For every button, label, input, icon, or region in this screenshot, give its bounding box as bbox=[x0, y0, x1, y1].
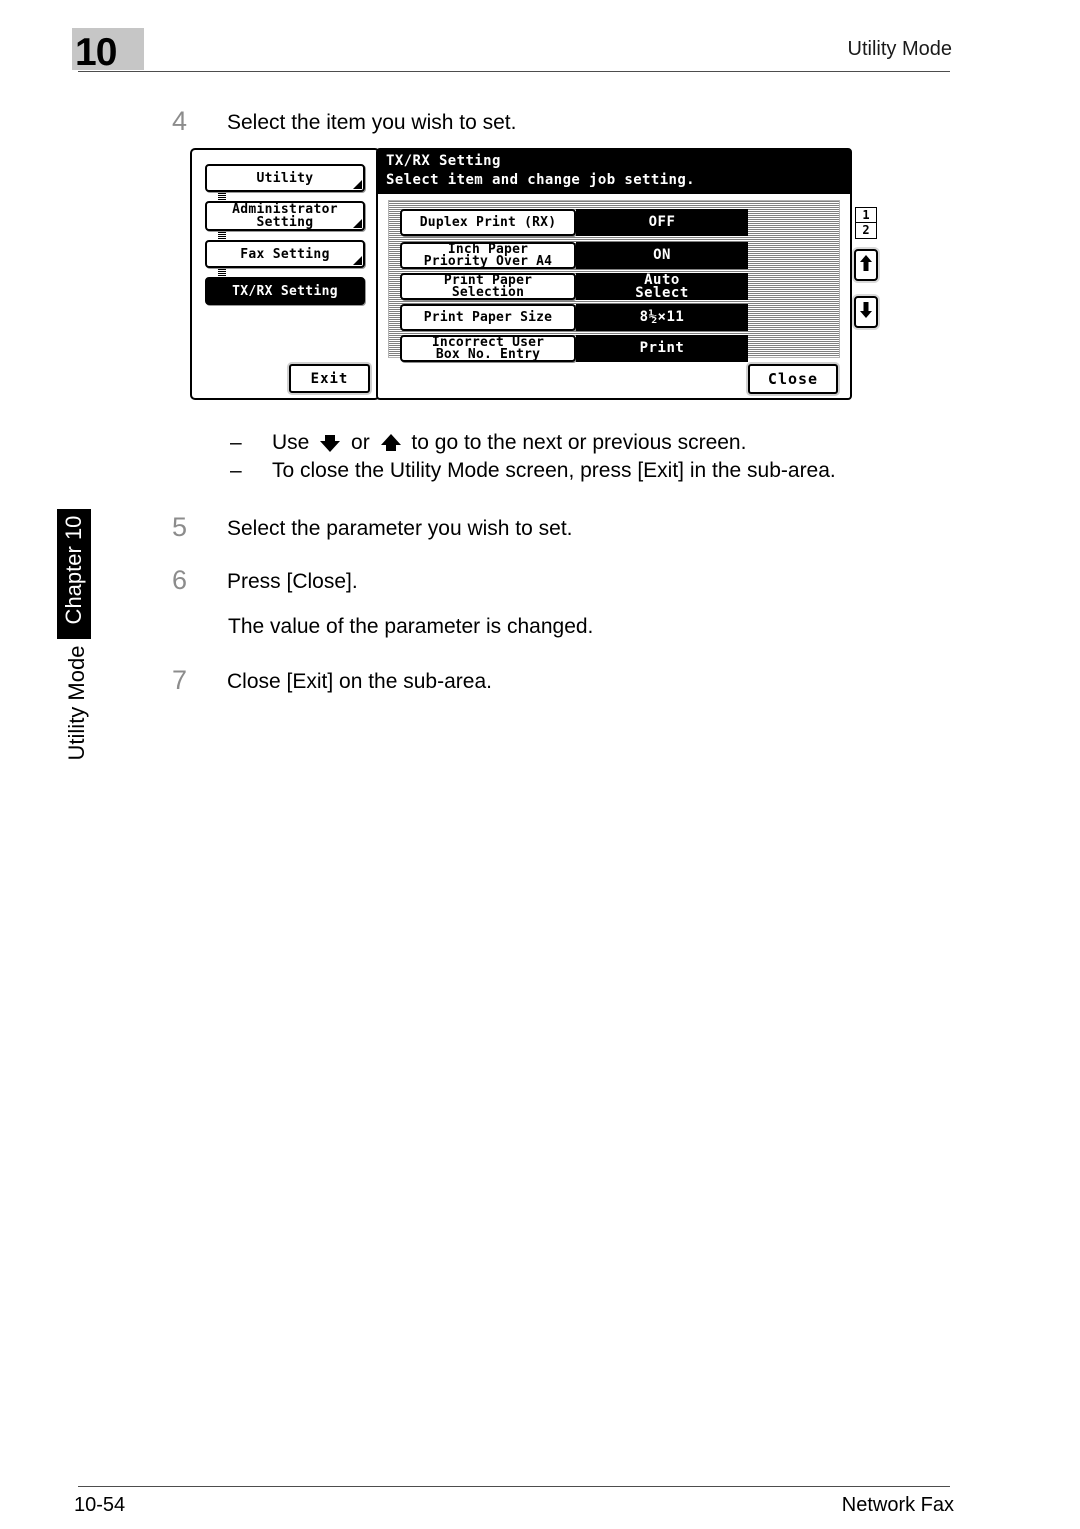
sidebar-item-utility-label: Utility bbox=[256, 170, 314, 186]
setting-value-print-paper-selection[interactable]: Auto Select bbox=[576, 273, 748, 300]
setting-label-print-paper-selection[interactable]: Print Paper Selection bbox=[400, 273, 576, 300]
exit-button[interactable]: Exit bbox=[289, 364, 370, 393]
corner-triangle-icon bbox=[353, 180, 362, 189]
setting-label-duplex-print-rx[interactable]: Duplex Print (RX) bbox=[400, 209, 576, 236]
lcd-screen-subtitle: Select item and change job setting. bbox=[386, 172, 696, 188]
side-tab-chapter-label: Chapter 10 bbox=[61, 515, 86, 625]
step-5-number: 5 bbox=[172, 512, 188, 542]
lcd-title-bar: TX/RX Setting Select item and change job… bbox=[378, 150, 850, 194]
sidebar-item-fax-setting-label: Fax Setting bbox=[240, 246, 330, 262]
note-dash: – bbox=[230, 431, 242, 454]
page-indicator-total: 2 bbox=[862, 223, 870, 237]
corner-triangle-icon bbox=[353, 256, 362, 265]
arrow-down-icon bbox=[315, 433, 345, 453]
side-tab-section-label: Utility Mode bbox=[64, 645, 89, 761]
setting-value-print-paper-size[interactable]: 8½×11 bbox=[576, 304, 748, 331]
footer-divider bbox=[78, 1486, 950, 1487]
close-button-label: Close bbox=[767, 370, 819, 388]
step-6-number: 6 bbox=[172, 565, 188, 595]
step-7-number: 7 bbox=[172, 665, 188, 695]
sidebar-item-utility[interactable]: Utility bbox=[205, 164, 365, 192]
note-navigation-text: Use or to go to the next or previous scr… bbox=[272, 428, 746, 458]
scroll-down-button[interactable] bbox=[854, 296, 878, 328]
chapter-number: 10 bbox=[75, 31, 117, 74]
lcd-screen-title: TX/RX Setting bbox=[386, 153, 501, 169]
lcd-main-area: TX/RX Setting Select item and change job… bbox=[376, 148, 878, 400]
note-navigation-tail: to go to the next or previous screen. bbox=[411, 431, 747, 454]
step-7-text: Close [Exit] on the sub-area. bbox=[227, 670, 492, 693]
note-dash: – bbox=[230, 459, 242, 482]
sidebar-item-txrx-setting-label: TX/RX Setting bbox=[232, 283, 338, 299]
sidebar-item-administrator-setting-label: Administrator Setting bbox=[232, 202, 338, 230]
page-header: 10 Utility Mode bbox=[0, 0, 1080, 90]
footer-document-name: Network Fax bbox=[841, 1494, 954, 1516]
setting-label-print-paper-size[interactable]: Print Paper Size bbox=[400, 304, 576, 331]
note-use-word: Use bbox=[272, 431, 310, 454]
step-4-text: Select the item you wish to set. bbox=[227, 111, 517, 134]
step-6-note: The value of the parameter is changed. bbox=[228, 615, 594, 638]
arrow-up-icon bbox=[376, 433, 406, 453]
page-indicator: 1 2 bbox=[855, 207, 877, 239]
arrow-up-icon bbox=[859, 254, 873, 277]
step-5-text: Select the parameter you wish to set. bbox=[227, 517, 573, 540]
step-4-number: 4 bbox=[172, 106, 188, 136]
chapter-side-tab: Chapter 10 bbox=[57, 509, 91, 639]
close-button[interactable]: Close bbox=[748, 364, 838, 394]
header-divider bbox=[78, 71, 950, 72]
setting-value-duplex-print-rx[interactable]: OFF bbox=[576, 209, 748, 236]
exit-button-label: Exit bbox=[310, 370, 349, 387]
sidebar-item-fax-setting[interactable]: Fax Setting bbox=[205, 240, 365, 268]
scroll-up-button[interactable] bbox=[854, 249, 878, 281]
setting-value-incorrect-user-box-no-entry[interactable]: Print bbox=[576, 335, 748, 362]
settings-list: Duplex Print (RX) OFF Inch Paper Priorit… bbox=[388, 200, 840, 362]
sidebar-item-txrx-setting[interactable]: TX/RX Setting bbox=[205, 277, 365, 305]
setting-label-incorrect-user-box-no-entry[interactable]: Incorrect User Box No. Entry bbox=[400, 335, 576, 362]
note-close-utility-text: To close the Utility Mode screen, press … bbox=[272, 459, 836, 482]
lcd-sub-area: Utility Administrator Setting Fax Settin… bbox=[190, 148, 380, 400]
setting-label-inch-paper-priority[interactable]: Inch Paper Priority Over A4 bbox=[400, 242, 576, 269]
corner-triangle-icon bbox=[353, 219, 362, 228]
setting-value-inch-paper-priority[interactable]: ON bbox=[576, 242, 748, 269]
page-title: Utility Mode bbox=[847, 38, 952, 60]
lcd-panel-figure: Utility Administrator Setting Fax Settin… bbox=[190, 148, 878, 400]
arrow-down-icon bbox=[859, 301, 873, 324]
note-or-word: or bbox=[351, 431, 370, 454]
sidebar-item-administrator-setting[interactable]: Administrator Setting bbox=[205, 201, 365, 231]
page-indicator-current: 1 bbox=[856, 208, 876, 223]
footer-page-number: 10-54 bbox=[74, 1494, 126, 1516]
step-6-text: Press [Close]. bbox=[227, 570, 358, 593]
